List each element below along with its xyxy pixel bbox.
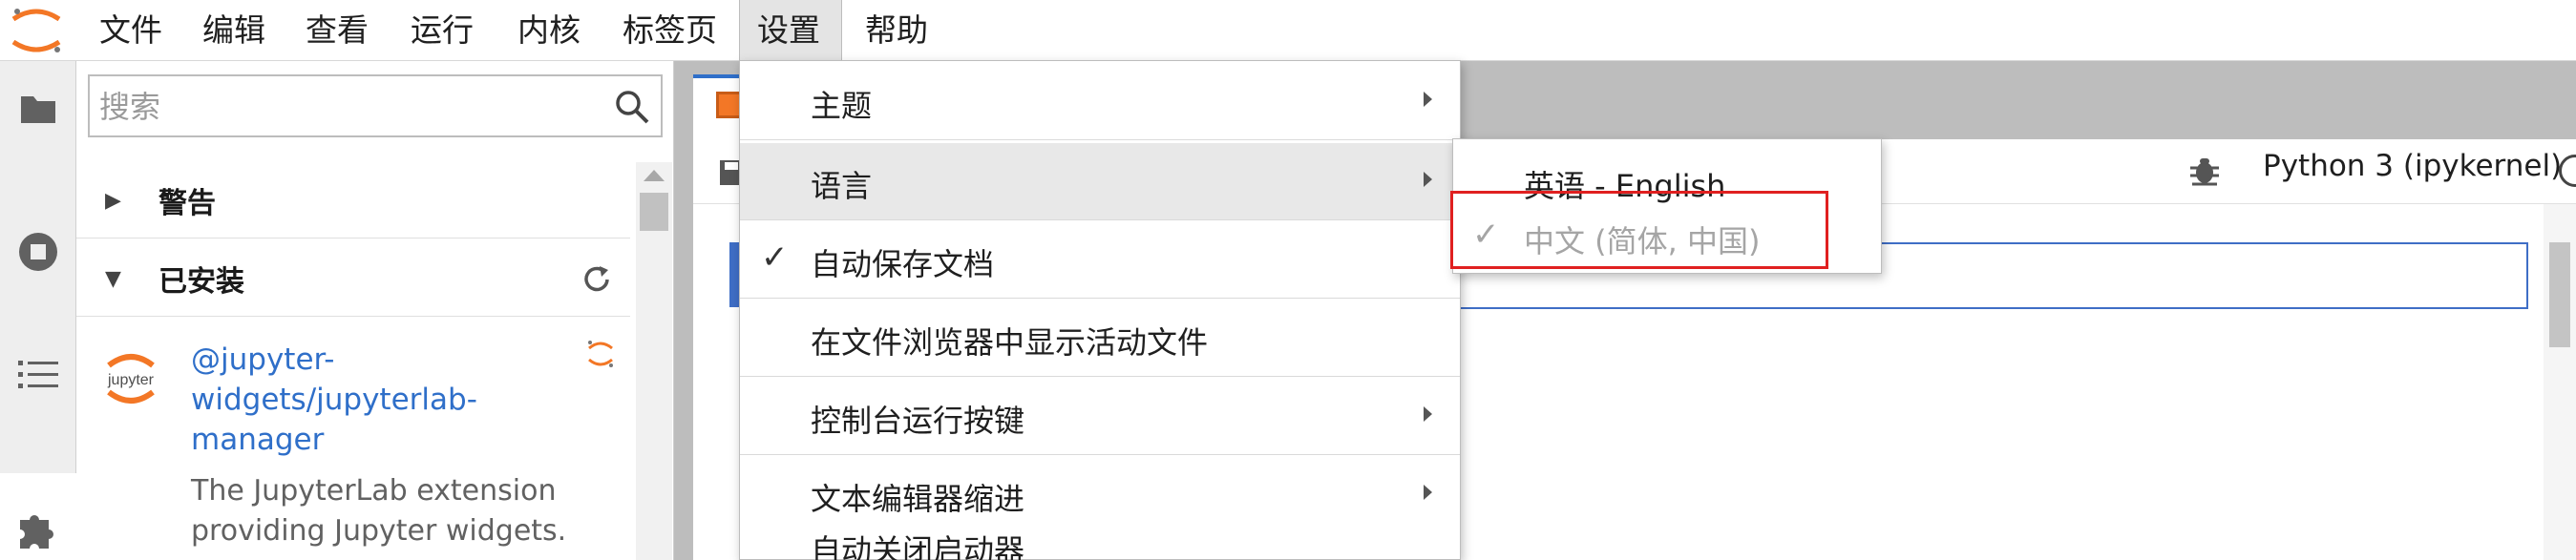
section-warning[interactable]: ▶ 警告 xyxy=(76,162,630,239)
menu-separator xyxy=(740,298,1460,299)
extension-logo: jupyter xyxy=(95,342,166,413)
menu-separator xyxy=(740,454,1460,455)
file-browser-tab[interactable] xyxy=(11,82,65,135)
menu-item-label: 自动保存文档 xyxy=(811,246,995,282)
extension-manager-tab[interactable] xyxy=(0,473,76,560)
search-box xyxy=(88,74,663,137)
caret-down-icon: ▼ xyxy=(105,267,121,291)
annotation-highlight-box xyxy=(1450,191,1828,269)
menu-item-label: 主题 xyxy=(811,88,873,124)
jupyter-status-icon xyxy=(588,341,613,367)
kernel-name-button[interactable]: Python 3 (ipykernel) xyxy=(2263,149,2562,183)
section-label: 警告 xyxy=(158,187,216,220)
svg-text:jupyter: jupyter xyxy=(107,372,155,388)
left-sidebar-tabs xyxy=(0,61,76,560)
extension-name-link[interactable]: @jupyter- widgets/jupyterlab- manager xyxy=(191,340,506,460)
submenu-arrow-icon xyxy=(1424,172,1432,187)
section-installed[interactable]: ▼ 已安装 xyxy=(76,240,630,317)
menu-item-console-run-keys[interactable]: 控制台运行按键 xyxy=(740,378,1460,454)
menu-separator xyxy=(740,376,1460,377)
menu-item-theme[interactable]: 主题 xyxy=(740,63,1460,139)
menu-item-language[interactable]: 语言 xyxy=(740,143,1460,219)
extension-description: The JupyterLab extension providing Jupyt… xyxy=(191,471,573,551)
menu-item-label: 语言 xyxy=(811,168,873,204)
notebook-scrollbar[interactable] xyxy=(2544,204,2576,560)
scroll-up-arrow-icon[interactable] xyxy=(644,170,665,181)
extension-icon xyxy=(20,515,53,549)
table-of-contents-tab[interactable] xyxy=(11,347,65,401)
caret-right-icon: ▶ xyxy=(105,189,121,213)
menu-item-label: 自动关闭启动器 xyxy=(811,532,1025,560)
extension-description-line: The JupyterLab extension xyxy=(191,474,557,508)
menu-kernel[interactable]: 内核 xyxy=(500,0,598,61)
menu-item-auto-close-launcher[interactable]: 自动关闭启动器 xyxy=(740,508,1460,560)
extension-name-line: widgets/jupyterlab- xyxy=(191,383,477,417)
extension-name-line: manager xyxy=(191,423,325,457)
refresh-icon[interactable] xyxy=(581,263,613,296)
settings-dropdown-menu: 主题 语言 ✓ 自动保存文档 在文件浏览器中显示活动文件 控制台运行按键 文本编… xyxy=(739,60,1461,560)
jupyter-logo-icon[interactable] xyxy=(8,6,65,55)
running-icon xyxy=(19,233,57,271)
search-icon[interactable] xyxy=(615,90,649,124)
menu-help[interactable]: 帮助 xyxy=(848,0,945,61)
menu-bar: 文件 编辑 查看 运行 内核 标签页 设置 帮助 xyxy=(0,0,2576,61)
toc-icon xyxy=(18,361,58,388)
panel-splitter[interactable] xyxy=(674,61,693,560)
menu-item-show-active-file[interactable]: 在文件浏览器中显示活动文件 xyxy=(740,300,1460,376)
scrollbar-thumb[interactable] xyxy=(640,193,668,231)
folder-icon xyxy=(21,96,55,123)
extension-name-line: @jupyter- xyxy=(191,342,335,377)
search-input[interactable] xyxy=(99,80,596,134)
menu-item-label: 在文件浏览器中显示活动文件 xyxy=(811,324,1209,361)
menu-settings[interactable]: 设置 xyxy=(739,0,842,61)
extension-manager-panel: ▶ 警告 ▼ 已安装 jupyter @jupyter- widgets/jup… xyxy=(76,61,674,560)
scrollbar-thumb[interactable] xyxy=(2549,242,2570,347)
menu-item-autosave[interactable]: ✓ 自动保存文档 xyxy=(740,221,1460,298)
menu-item-label: 控制台运行按键 xyxy=(811,403,1025,439)
submenu-arrow-icon xyxy=(1424,485,1432,500)
menu-edit[interactable]: 编辑 xyxy=(185,0,283,61)
bug-icon[interactable] xyxy=(2188,155,2221,187)
section-label: 已安装 xyxy=(158,265,244,299)
menu-file[interactable]: 文件 xyxy=(82,0,179,61)
submenu-arrow-icon xyxy=(1424,406,1432,422)
checkmark-icon: ✓ xyxy=(761,239,789,277)
menu-tabs[interactable]: 标签页 xyxy=(605,0,734,61)
menu-run[interactable]: 运行 xyxy=(393,0,491,61)
jupyter-logo-icon: jupyter xyxy=(107,354,155,404)
panel-scrollbar[interactable] xyxy=(636,162,672,560)
menu-separator xyxy=(740,219,1460,220)
menu-view[interactable]: 查看 xyxy=(288,0,386,61)
extension-description-line: providing Jupyter widgets. xyxy=(191,514,567,548)
submenu-arrow-icon xyxy=(1424,92,1432,107)
menu-separator xyxy=(740,139,1460,140)
running-sessions-tab[interactable] xyxy=(11,225,65,279)
